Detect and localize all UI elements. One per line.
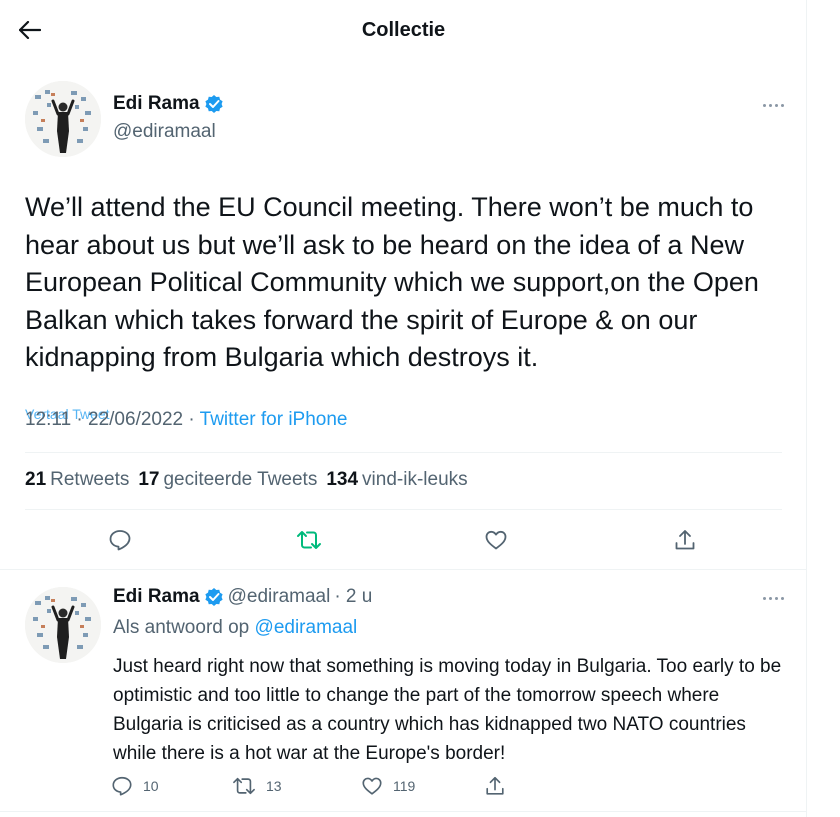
like-icon — [485, 530, 507, 550]
reply-reply-button[interactable]: 10 — [111, 775, 159, 797]
reply-like-button[interactable]: 119 — [361, 775, 415, 797]
author-handle[interactable]: @ediramaal — [113, 121, 216, 143]
verified-badge-icon — [204, 95, 223, 113]
reply-more-options-button[interactable] — [763, 597, 784, 600]
tweet-source[interactable]: Twitter for iPhone — [200, 409, 348, 430]
divider — [0, 569, 807, 570]
reply-author-name[interactable]: Edi Rama — [113, 586, 200, 608]
likes-stat[interactable]: 134 vind-ik-leuks — [326, 469, 467, 491]
avatar-image-icon — [25, 587, 101, 663]
author-name[interactable]: Edi Rama — [113, 93, 200, 115]
reply-icon — [112, 776, 132, 796]
conversation-column: Collectie Edi Rama @ediramaal We’ll atte — [0, 0, 807, 817]
share-button[interactable] — [668, 523, 702, 557]
divider — [25, 509, 782, 510]
quotes-stat[interactable]: 17 geciteerde Tweets — [138, 469, 317, 491]
tweet-stats: 21 Retweets 17 geciteerde Tweets 134 vind-i… — [25, 469, 468, 491]
more-icon — [763, 104, 766, 107]
page-title: Collectie — [361, 19, 446, 41]
verified-badge-icon — [204, 588, 223, 606]
reply-retweet-button[interactable]: 13 — [232, 775, 282, 797]
divider — [0, 811, 807, 812]
replying-to-mention[interactable]: @ediramaal — [255, 617, 358, 638]
retweet-button[interactable] — [292, 523, 326, 557]
reply-icon — [109, 530, 131, 551]
reply-author-row[interactable]: Edi Rama @ediramaal · 2 u — [113, 586, 372, 608]
timestamp[interactable]: 12:11 · 22/06/2022 · — [25, 409, 200, 430]
retweet-count: 13 — [266, 778, 282, 794]
retweet-icon — [233, 777, 255, 795]
share-icon — [486, 776, 504, 795]
author-name-row[interactable]: Edi Rama — [113, 93, 224, 115]
more-icon — [763, 597, 766, 600]
replying-to: Als antwoord op @ediramaal — [113, 617, 358, 638]
reply-time[interactable]: · 2 u — [334, 586, 372, 608]
header: Collectie — [0, 0, 807, 60]
avatar[interactable] — [25, 81, 101, 157]
like-button[interactable] — [479, 523, 513, 557]
reply-author-handle[interactable]: @ediramaal — [228, 586, 331, 608]
reply-count: 10 — [143, 778, 159, 794]
reply-avatar[interactable] — [25, 587, 101, 663]
tweet-meta: 12:11 · 22/06/2022 · Twitter for iPhone — [25, 409, 348, 431]
reply-share-button[interactable] — [484, 775, 506, 797]
tweet-text: We’ll attend the EU Council meeting. The… — [25, 192, 759, 372]
share-icon — [675, 530, 695, 550]
reply-tweet-text: Just heard right now that something is m… — [113, 656, 782, 764]
retweets-stat[interactable]: 21 Retweets — [25, 469, 129, 491]
divider — [25, 452, 782, 453]
like-count: 119 — [393, 778, 416, 794]
more-options-button[interactable] — [763, 104, 784, 107]
like-icon — [362, 777, 382, 795]
reply-button[interactable] — [103, 523, 137, 557]
avatar-image-icon — [25, 81, 101, 157]
retweet-icon — [297, 531, 321, 549]
